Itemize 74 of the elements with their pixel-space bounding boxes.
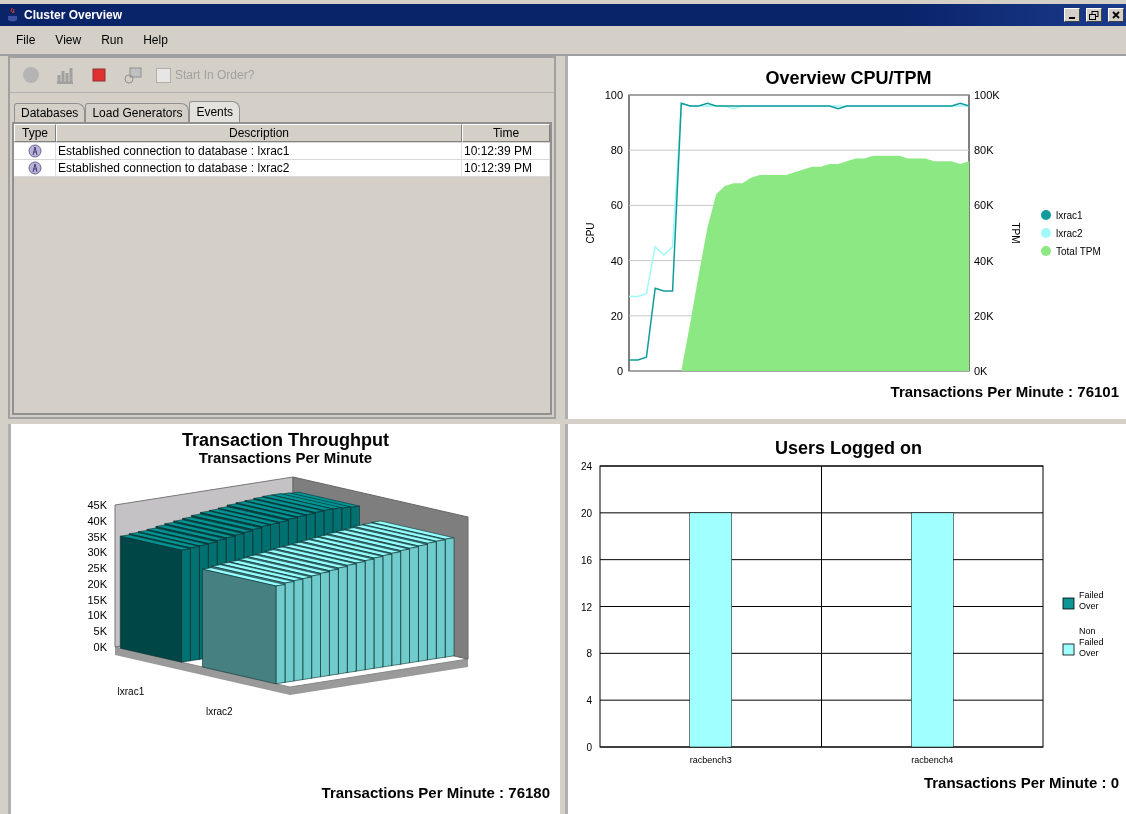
column-header: Type (14, 124, 56, 142)
tick-label: 35K (87, 530, 107, 543)
tick-label: 20K (974, 309, 994, 322)
tick-label: 20K (87, 577, 107, 590)
table-cell: 10:12:39 PM (462, 143, 550, 159)
tick-label: 25K (87, 562, 107, 575)
stop-icon (92, 68, 106, 82)
category-label: lxrac2 (205, 706, 233, 718)
tick-label: 40K (974, 254, 994, 267)
restore-button[interactable] (1086, 8, 1102, 22)
tick-label: 0K (974, 365, 988, 377)
info-icon (27, 161, 42, 175)
tpm-readout: Transactions Per Minute : 0 (923, 774, 1120, 791)
legend-label: Total TPM (1056, 246, 1101, 257)
column-header: Time (462, 124, 550, 142)
chart-title: Overview CPU/TPM (764, 68, 933, 88)
tab[interactable]: Load Generators (85, 103, 190, 122)
chart-title: Users Logged on (774, 438, 923, 458)
tick-label: 20 (610, 309, 623, 322)
table-cell: Established connection to database : lxrac1 (56, 143, 462, 159)
tick-label: 12 (580, 601, 592, 613)
minimize-button[interactable] (1064, 8, 1080, 22)
close-icon (1112, 11, 1120, 19)
tpm-readout: Transactions Per Minute : 76180 (321, 784, 551, 801)
tick-label: 60 (610, 199, 623, 212)
tick-label: 0K (93, 641, 107, 653)
bar-chart-icon (56, 66, 74, 84)
restore-icon (1089, 10, 1099, 20)
window-title: Cluster Overview (24, 8, 124, 22)
tick-label: 24 (580, 461, 592, 472)
column-header: Description (56, 124, 462, 142)
tick-label: 16 (580, 554, 592, 566)
info-icon (27, 144, 42, 158)
axis-label: TPM (1010, 222, 1021, 244)
tick-label: 60K (974, 199, 994, 212)
close-button[interactable] (1108, 8, 1124, 22)
legend-label: lxrac1 (1056, 210, 1083, 221)
menu-item[interactable]: Help (135, 31, 176, 49)
tpm-readout: Transactions Per Minute : 76101 (890, 383, 1120, 400)
table-cell: Established connection to database : lxrac2 (56, 160, 462, 176)
category-label: lxrac1 (117, 686, 145, 698)
tick-label: 5K (93, 625, 107, 638)
category-label: racbench3 (689, 755, 732, 765)
tick-label: 0 (616, 365, 623, 377)
cup-icon (6, 7, 20, 23)
tick-label: 40K (87, 514, 107, 527)
menu-item[interactable]: File (8, 31, 44, 49)
axis-label: CPU (585, 222, 596, 244)
legend-label: Failed Over (1079, 590, 1104, 611)
tab[interactable]: Databases (14, 103, 86, 122)
legend-label: Non Failed Over (1079, 626, 1104, 658)
tick-label: 40 (610, 254, 623, 267)
tick-label: 100K (974, 89, 1000, 101)
chart-subtitle: Transactions Per Minute (197, 450, 373, 466)
legend-label: lxrac2 (1056, 228, 1083, 239)
tick-label: 100 (604, 89, 623, 101)
tick-label: 8 (586, 648, 592, 660)
tick-label: 45K (87, 499, 107, 511)
tick-label: 80K (974, 144, 994, 157)
menu-item[interactable]: View (47, 31, 90, 49)
tick-label: 0 (586, 742, 592, 753)
tick-label: 4 (586, 695, 592, 707)
category-label: racbench4 (911, 755, 954, 765)
tab[interactable]: Events (189, 101, 241, 122)
tick-label: 10K (87, 609, 107, 622)
tick-label: 30K (87, 546, 107, 559)
chart-title: Transaction Throughput (181, 430, 390, 450)
tick-label: 80 (610, 144, 623, 157)
tick-label: 15K (87, 593, 107, 606)
monitor-icon (124, 66, 142, 84)
table-cell: 10:12:39 PM (462, 160, 550, 176)
circle-icon (22, 66, 40, 84)
menu-item[interactable]: Run (93, 31, 132, 49)
tick-label: 20 (580, 507, 592, 519)
